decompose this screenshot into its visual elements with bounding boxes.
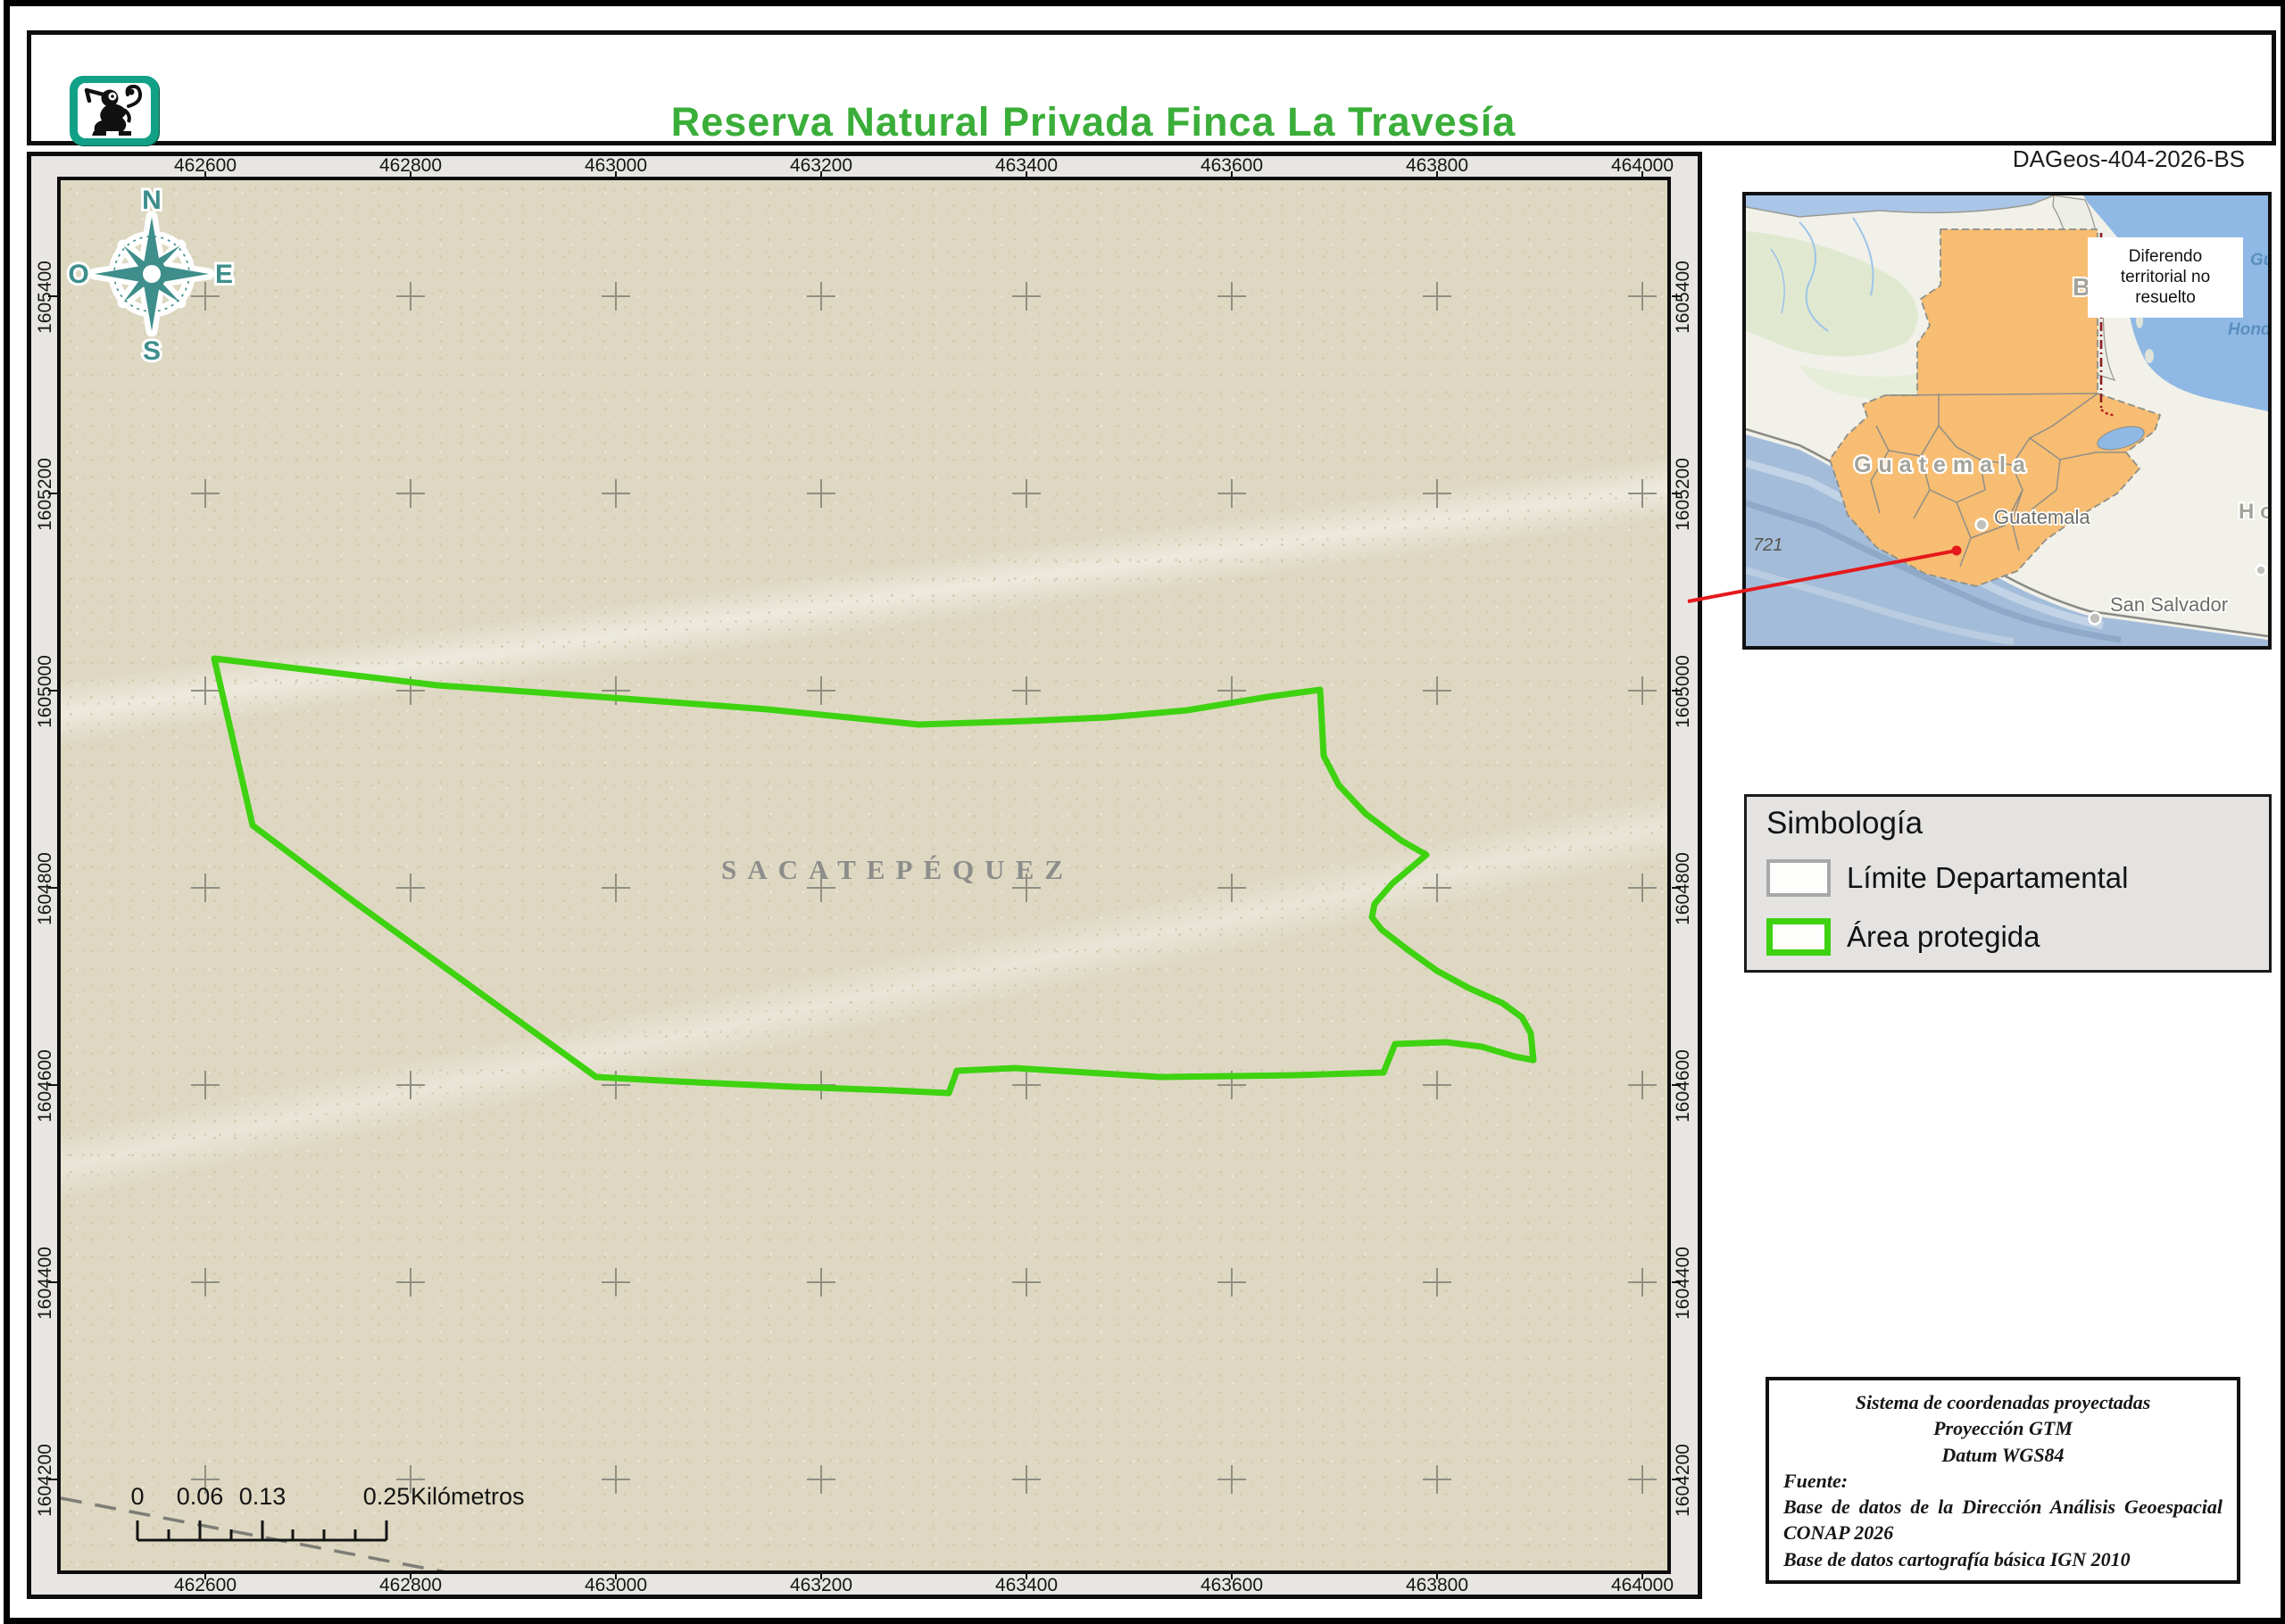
map-frame: N S O E SACATEPÉQUEZ 0 0.06 0.13 0.25 Ki…: [27, 152, 1702, 1599]
scalebar-label-013: 0.13: [238, 1483, 287, 1510]
y-tick-label-left: 1604600: [35, 1049, 55, 1123]
scalebar-unit-label: Kilómetros: [411, 1483, 525, 1510]
header-bar: CONAP Reserva Natural Privada Finca La T…: [27, 30, 2276, 174]
y-tick-label-right: 1604600: [1673, 1049, 1693, 1123]
frame-tick: [1641, 171, 1643, 180]
scalebar-label-025: 0.25: [362, 1483, 411, 1510]
frame-tick: [410, 171, 411, 180]
scalebar-label-006: 0.06: [176, 1483, 224, 1510]
source-line-2: Base de datos cartografía básica IGN 201…: [1783, 1547, 2131, 1570]
frame-tick: [1672, 493, 1681, 494]
inset-san-salvador-dot: [2088, 611, 2102, 626]
inset-city-label: Guatemala: [1994, 506, 2090, 528]
frame-tick: [1672, 887, 1681, 889]
frame-tick: [1672, 690, 1681, 692]
source-line-1: Base de datos de la Dirección Análisis G…: [1783, 1496, 2223, 1545]
frame-tick: [48, 493, 57, 494]
y-tick-label-right: 1604200: [1673, 1444, 1693, 1517]
y-tick-label-right: 1605000: [1673, 655, 1693, 728]
frame-tick: [48, 690, 57, 692]
frame-tick: [204, 1570, 206, 1579]
inset-sheet-number: 721: [1753, 535, 1782, 555]
frame-tick: [820, 1570, 822, 1579]
legend-swatch-departmental: [1766, 859, 1831, 897]
inset-note-line3: resuelto: [2135, 288, 2196, 307]
inset-country-label: Guatemala: [1854, 452, 2032, 477]
frame-tick: [410, 1570, 411, 1579]
frame-tick: [48, 887, 57, 889]
frame-tick: [1672, 1479, 1681, 1480]
inset-honduras-label-fragment: H o: [2239, 500, 2268, 524]
inset-site-marker-dot: [1951, 545, 1962, 556]
frame-tick: [615, 171, 617, 180]
y-tick-label-right: 1605400: [1673, 261, 1693, 334]
inset-san-salvador-label: San Salvador: [2110, 593, 2228, 616]
compass-n: N: [142, 186, 162, 215]
inset-guatemala-city-dot: [1974, 518, 1989, 532]
department-name-label: SACATEPÉQUEZ: [721, 854, 1074, 885]
compass-rose-icon: N S O E: [65, 183, 236, 369]
compass-e: E: [215, 260, 233, 289]
graticule-crosses: [191, 282, 1657, 1494]
y-tick-label-left: 1605400: [35, 261, 55, 334]
frame-tick: [1231, 171, 1233, 180]
frame-tick: [1672, 1084, 1681, 1086]
y-tick-label-left: 1604400: [35, 1247, 55, 1320]
fuente-label: Fuente:: [1783, 1469, 1849, 1492]
crs-line: Sistema de coordenadas proyectadas: [1855, 1391, 2151, 1413]
map-canvas: N S O E SACATEPÉQUEZ 0 0.06 0.13 0.25 Ki…: [57, 177, 1671, 1574]
inset-city-dot-right: [2255, 564, 2267, 576]
frame-tick: [1436, 171, 1438, 180]
scalebar: [136, 1520, 388, 1542]
legend-title: Simbología: [1766, 806, 1924, 841]
frame-tick: [1026, 171, 1027, 180]
y-tick-label-left: 1604200: [35, 1444, 55, 1517]
inset-drawing: Gu Hond B Diferendo territorial no resue…: [1744, 195, 2275, 646]
frame-tick: [1641, 1570, 1643, 1579]
frame-tick: [48, 1479, 57, 1480]
page-title: Reserva Natural Privada Finca La Travesí…: [670, 99, 1516, 145]
inset-sea-label-fragment-2: Hond: [2228, 320, 2268, 339]
frame-tick: [48, 1281, 57, 1283]
frame-tick: [1026, 1570, 1027, 1579]
compass-o: O: [68, 260, 88, 289]
legend-label-departmental: Límite Departamental: [1847, 861, 2129, 894]
legend-swatch-protected-area: [1766, 918, 1831, 956]
y-tick-label-left: 1605200: [35, 458, 55, 531]
frame-tick: [1672, 295, 1681, 297]
y-tick-label-right: 1604400: [1673, 1247, 1693, 1320]
document-code: DAGeos-404-2026-BS: [2012, 145, 2245, 172]
legend: Simbología Límite Departamental Área pro…: [1744, 794, 2272, 973]
frame-tick: [1672, 1281, 1681, 1283]
projection-line: Proyección GTM: [1933, 1417, 2073, 1440]
locator-inset-map: Gu Hond B Diferendo territorial no resue…: [1742, 192, 2275, 650]
y-tick-label-left: 1605000: [35, 655, 55, 728]
frame-tick: [820, 171, 822, 180]
y-tick-label-right: 1605200: [1673, 458, 1693, 531]
frame-tick: [1436, 1570, 1438, 1579]
scalebar-label-0: 0: [130, 1483, 145, 1510]
frame-tick: [1231, 1570, 1233, 1579]
y-tick-label-right: 1604800: [1673, 852, 1693, 925]
inset-note-line2: territorial no: [2121, 268, 2210, 286]
frame-tick: [615, 1570, 617, 1579]
datum-line: Datum WGS84: [1941, 1443, 2065, 1466]
compass-s: S: [143, 336, 161, 366]
frame-tick: [48, 295, 57, 297]
frame-tick: [48, 1084, 57, 1086]
legend-label-protected-area: Área protegida: [1847, 920, 2040, 953]
frame-tick: [204, 171, 206, 180]
coordinate-system-info-box: Sistema de coordenadas proyectadas Proye…: [1766, 1377, 2240, 1584]
inset-note-line1: Diferendo: [2129, 247, 2202, 266]
inset-sea-label-fragment-1: Gu: [2250, 251, 2268, 269]
y-tick-label-left: 1604800: [35, 852, 55, 925]
